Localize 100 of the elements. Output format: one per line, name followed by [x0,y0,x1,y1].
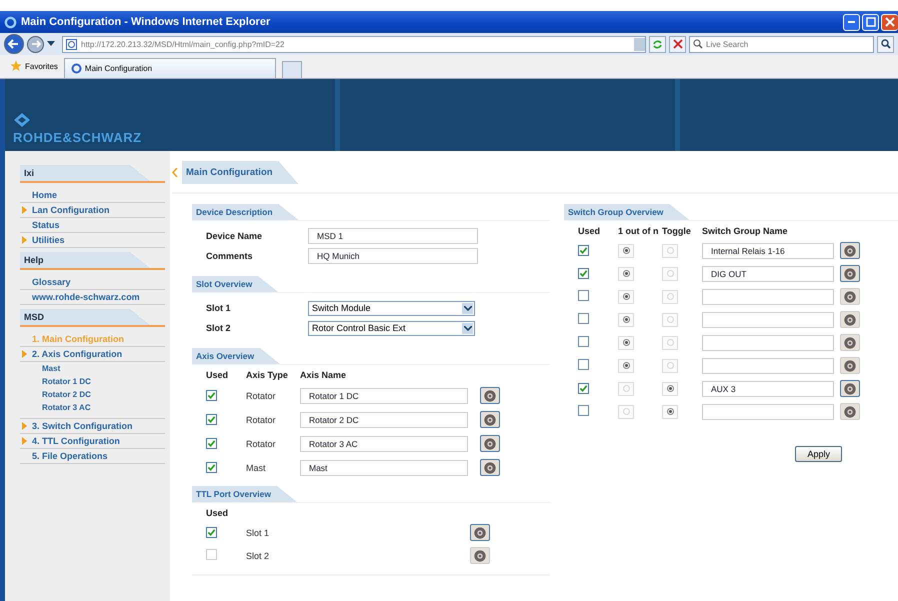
sidebar-subitem[interactable]: Rotator 3 AC [42,403,165,416]
text-field[interactable]: AUX 3 [702,380,834,396]
text-field[interactable]: HQ Munich [308,248,478,264]
checkbox[interactable] [206,414,217,424]
settings-button[interactable] [840,311,860,328]
radio-button[interactable] [662,312,678,326]
radio-button[interactable] [662,266,678,280]
text-field[interactable]: MSD 1 [308,228,478,244]
radio-button[interactable] [662,404,678,418]
back-arrow-icon [7,37,21,51]
checkbox[interactable] [578,268,589,278]
checkbox[interactable] [206,526,217,538]
radio-button[interactable] [618,312,634,326]
sidebar-subitem[interactable]: Rotator 1 DC [42,377,165,390]
radio-button[interactable] [618,404,634,418]
radio-button[interactable] [662,382,678,396]
sidebar-item[interactable]: 5. File Operations [20,449,165,464]
checkbox[interactable] [578,382,589,394]
radio-button[interactable] [662,358,678,372]
radio-button[interactable] [618,336,634,350]
sidebar-item[interactable]: Glossary [20,275,165,290]
radio-button[interactable] [618,244,634,258]
apply-button[interactable]: Apply [795,446,842,462]
checkbox[interactable] [578,405,589,416]
settings-button[interactable] [840,403,860,420]
checkbox[interactable] [578,336,589,347]
text-field[interactable]: Rotator 3 AC [300,436,468,452]
checkbox[interactable] [206,438,217,448]
settings-button[interactable] [480,411,500,428]
logo-icon [13,112,31,128]
gear-icon [843,266,857,280]
settings-button[interactable] [840,288,860,305]
gear-icon [843,358,857,372]
checkbox[interactable] [206,390,217,400]
sidebar-item[interactable]: Lan Configuration [20,203,165,218]
text-field[interactable]: DIG OUT [702,266,834,282]
radio-button[interactable] [662,336,678,350]
expand-arrow-icon [22,350,27,358]
settings-button[interactable] [480,435,500,452]
sidebar-item[interactable]: www.rohde-schwarz.com [20,290,165,305]
sidebar-item[interactable]: 3. Switch Configuration [20,419,165,434]
checkbox[interactable] [206,462,217,472]
checkbox[interactable] [578,359,589,370]
text-field[interactable] [702,288,834,304]
settings-button[interactable] [840,334,860,351]
search-field[interactable]: Live Search [689,36,874,52]
checkbox[interactable] [578,313,589,324]
sidebar-item[interactable]: Status [20,218,165,233]
text-field[interactable]: Mast [300,460,468,476]
axis-type: Mast [246,462,267,472]
section-title: TTL Port Overview [192,486,297,502]
browser-icon [70,63,82,74]
settings-button[interactable] [840,357,860,374]
radio-button[interactable] [618,290,634,304]
checkbox[interactable] [206,549,217,560]
settings-button[interactable] [840,265,860,282]
checkbox[interactable] [578,290,589,301]
stop-button[interactable] [669,36,686,52]
forward-arrow-icon [30,38,42,50]
text-field[interactable] [702,404,834,420]
column-header: Used [578,226,602,236]
address-field[interactable]: http://172.20.213.32/MSD/Html/main_config.php?mID=22 [62,36,646,52]
radio-button[interactable] [618,382,634,396]
settings-button[interactable] [470,524,490,541]
sidebar-subitem[interactable]: Mast [42,364,165,377]
browser-tab[interactable]: Main Configuration [64,58,276,78]
refresh-button[interactable] [649,36,666,52]
radio-button[interactable] [662,290,678,304]
text-field[interactable]: Rotator 2 DC [300,412,468,428]
section-title: Switch Group Overview [564,204,690,220]
close-icon [885,17,895,27]
forward-button[interactable] [27,36,44,52]
text-field[interactable]: Internal Relais 1-16 [702,242,834,258]
settings-button[interactable] [480,459,500,476]
radio-button[interactable] [618,358,634,372]
radio-button[interactable] [618,266,634,280]
search-button[interactable] [877,36,894,52]
settings-button[interactable] [840,242,860,259]
sidebar-item[interactable]: Utilities [20,233,165,248]
sidebar-item[interactable]: 2. Axis Configuration [20,347,165,362]
settings-button[interactable] [470,547,490,564]
sidebar-item[interactable]: 4. TTL Configuration [20,434,165,449]
favorites-button[interactable]: Favorites [10,60,58,78]
text-field[interactable]: Rotator 1 DC [300,388,468,404]
gear-icon [473,526,487,540]
close-button[interactable] [881,14,898,30]
sidebar-item[interactable]: Home [20,188,165,203]
minimize-button[interactable] [843,14,860,30]
settings-button[interactable] [480,387,500,404]
maximize-button[interactable] [862,14,879,30]
settings-button[interactable] [840,380,860,397]
checkbox[interactable] [578,244,589,256]
radio-button[interactable] [662,244,678,258]
sidebar-subitem[interactable]: Rotator 2 DC [42,390,165,403]
dropdown[interactable]: Rotor Control Basic Ext [308,320,475,336]
back-button[interactable] [4,34,24,54]
dropdown[interactable]: Switch Module [308,300,475,316]
text-field[interactable] [702,358,834,374]
text-field[interactable] [702,334,834,350]
text-field[interactable] [702,312,834,328]
